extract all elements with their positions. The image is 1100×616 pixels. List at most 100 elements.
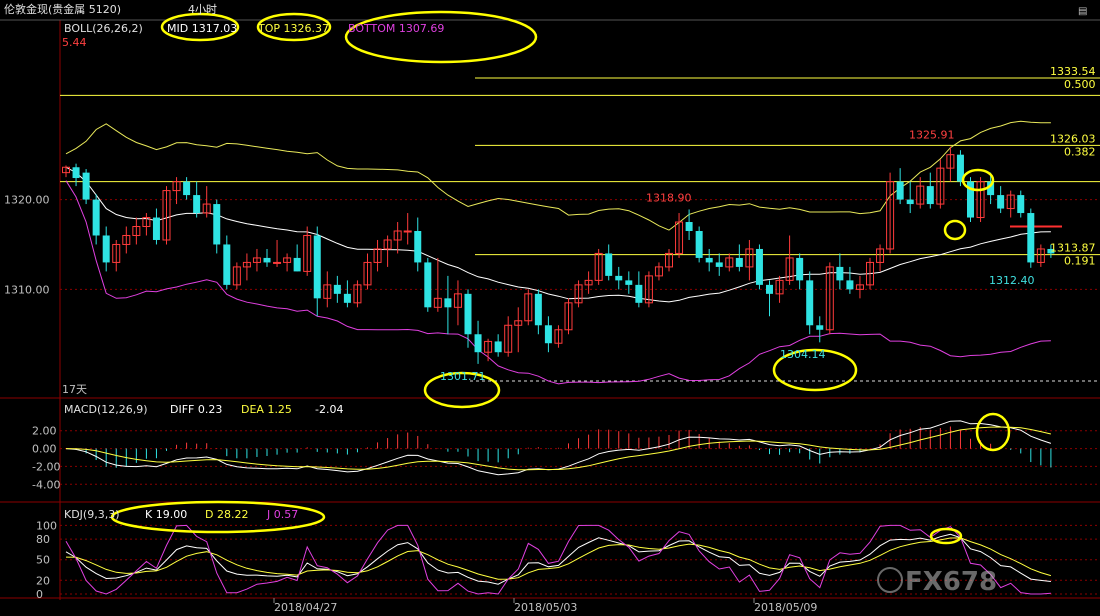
top-left-value: 5.44	[62, 36, 87, 49]
candle-body-down	[625, 280, 633, 285]
date-label: 2018/05/09	[754, 601, 817, 614]
candle-body-down	[474, 334, 482, 353]
kdj-k-line	[65, 533, 1051, 585]
candle-body-up	[403, 230, 412, 233]
candle-body-down	[715, 262, 723, 267]
candle-body-down	[464, 293, 472, 335]
candles	[62, 146, 1055, 364]
date-label: 2018/04/27	[274, 601, 337, 614]
candle-body-down	[92, 199, 100, 236]
candle-body-down	[615, 275, 623, 281]
candle-body-down	[1027, 213, 1035, 263]
candle-body-down	[836, 266, 844, 281]
candle-body-down	[494, 341, 502, 353]
price-tick-label: 1310.00	[4, 283, 50, 296]
candle-body-down	[102, 235, 110, 263]
candle-body-down	[997, 195, 1005, 209]
macd-label: MACD(12,26,9)	[64, 403, 148, 416]
annotation-ellipse	[943, 219, 967, 241]
price-annotation: 1325.91	[909, 129, 955, 142]
price-annotation: 1304.14	[780, 348, 826, 361]
candle-body-down	[705, 257, 713, 263]
candle-body-down	[846, 280, 854, 290]
candle-body-down	[82, 172, 90, 200]
candle-body-down	[424, 262, 432, 308]
chart-canvas: 1320.00 1310.00 1333.540.500 1326.030.382 13…	[0, 2, 1100, 614]
annotation-ellipse	[975, 412, 1011, 452]
candle-body-down	[806, 280, 814, 326]
fib-price-label: 1333.54	[1050, 65, 1096, 78]
candle-body-down	[223, 244, 231, 285]
candle-body-down	[685, 222, 693, 231]
macd-diff-label: DIFF 0.23	[170, 403, 222, 416]
candle-body-down	[72, 167, 80, 179]
candle-body-down	[333, 284, 341, 294]
macd-tick-label: 2.00	[32, 425, 57, 438]
candle-body-down	[293, 257, 301, 272]
candle-body-down	[213, 204, 221, 245]
candle-body-down	[906, 199, 914, 205]
menu-icon[interactable]: ▤	[1078, 6, 1087, 17]
candle-body-down	[896, 181, 904, 200]
date-label: 2018/05/03	[514, 601, 577, 614]
price-tick-label: 1320.00	[4, 194, 50, 207]
kdj-tick-label: 100	[36, 519, 57, 532]
fib-price-label: 1326.03	[1050, 132, 1096, 145]
candle-body-down	[414, 230, 422, 263]
macd-tick-label: 0.00	[32, 443, 57, 456]
kdj-tick-label: 80	[36, 533, 50, 546]
candle-body-down	[635, 284, 643, 303]
fib-ratio-label: 0.382	[1064, 145, 1096, 158]
macd-tick-label: -2.00	[32, 460, 60, 473]
kdj-j-label: J 0.57	[266, 508, 298, 521]
candle-body-down	[755, 248, 763, 285]
boll-bottom-label: BOTTOM 1307.69	[348, 22, 444, 35]
candle-body-down	[193, 195, 201, 214]
candle-body-down	[343, 293, 351, 303]
candle-body-down	[534, 293, 542, 326]
macd-diff-line	[65, 420, 1052, 476]
timeframe-selector[interactable]: 4小时	[188, 3, 217, 16]
price-annotation: 1301.71	[440, 370, 486, 383]
candle-body-down	[313, 235, 321, 299]
boll-label: BOLL(26,26,2)	[64, 22, 143, 35]
candle-body-down	[766, 284, 773, 294]
candle-body-down	[544, 325, 552, 344]
candle-body-down	[152, 217, 160, 240]
chevron-down-icon[interactable]: ⌵	[204, 5, 212, 16]
kdj-tick-label: 50	[36, 554, 50, 567]
kdj-d-label: D 28.22	[205, 508, 248, 521]
fib-price-label: 1313.87	[1050, 242, 1096, 255]
kdj-j-line	[65, 524, 1051, 595]
price-annotation: 1318.90	[646, 191, 692, 204]
candle-body-down	[605, 253, 613, 276]
boll-top-label: TOP 1326.37	[257, 22, 329, 35]
candle-body-down	[444, 298, 452, 308]
period-label: 17天	[62, 383, 87, 396]
price-annotation: 1312.40	[989, 274, 1035, 287]
kdj-d-line	[65, 537, 1052, 580]
candle-body-down	[183, 181, 191, 196]
candle-body-down	[1017, 195, 1025, 214]
macd-panel	[60, 420, 1100, 485]
candle-body-up	[273, 261, 282, 264]
svg-text:FX678: FX678	[905, 567, 997, 597]
fib-ratio-label: 0.191	[1064, 255, 1096, 268]
candle-body-down	[263, 257, 271, 263]
fx678-watermark: FX678	[877, 567, 997, 597]
candle-body-down	[926, 186, 934, 205]
annotation-ellipse	[961, 168, 995, 192]
macd-tick-label: -4.00	[32, 478, 60, 491]
kdj-tick-label: 20	[36, 574, 50, 587]
kdj-label: KDJ(9,3,3)	[64, 508, 120, 521]
candle-body-down	[695, 230, 703, 258]
window-title: 伦敦金现(贵金属 5120)	[4, 2, 121, 16]
fib-ratio-label: 0.500	[1064, 78, 1096, 91]
kdj-k-label: K 19.00	[145, 508, 187, 521]
candle-body-down	[735, 257, 743, 267]
macd-value: -2.04	[315, 403, 343, 416]
candle-body-down	[796, 257, 804, 281]
kdj-tick-label: 0	[36, 588, 43, 601]
boll-mid-label: MID 1317.03	[167, 22, 237, 35]
macd-dea-label: DEA 1.25	[241, 403, 292, 416]
